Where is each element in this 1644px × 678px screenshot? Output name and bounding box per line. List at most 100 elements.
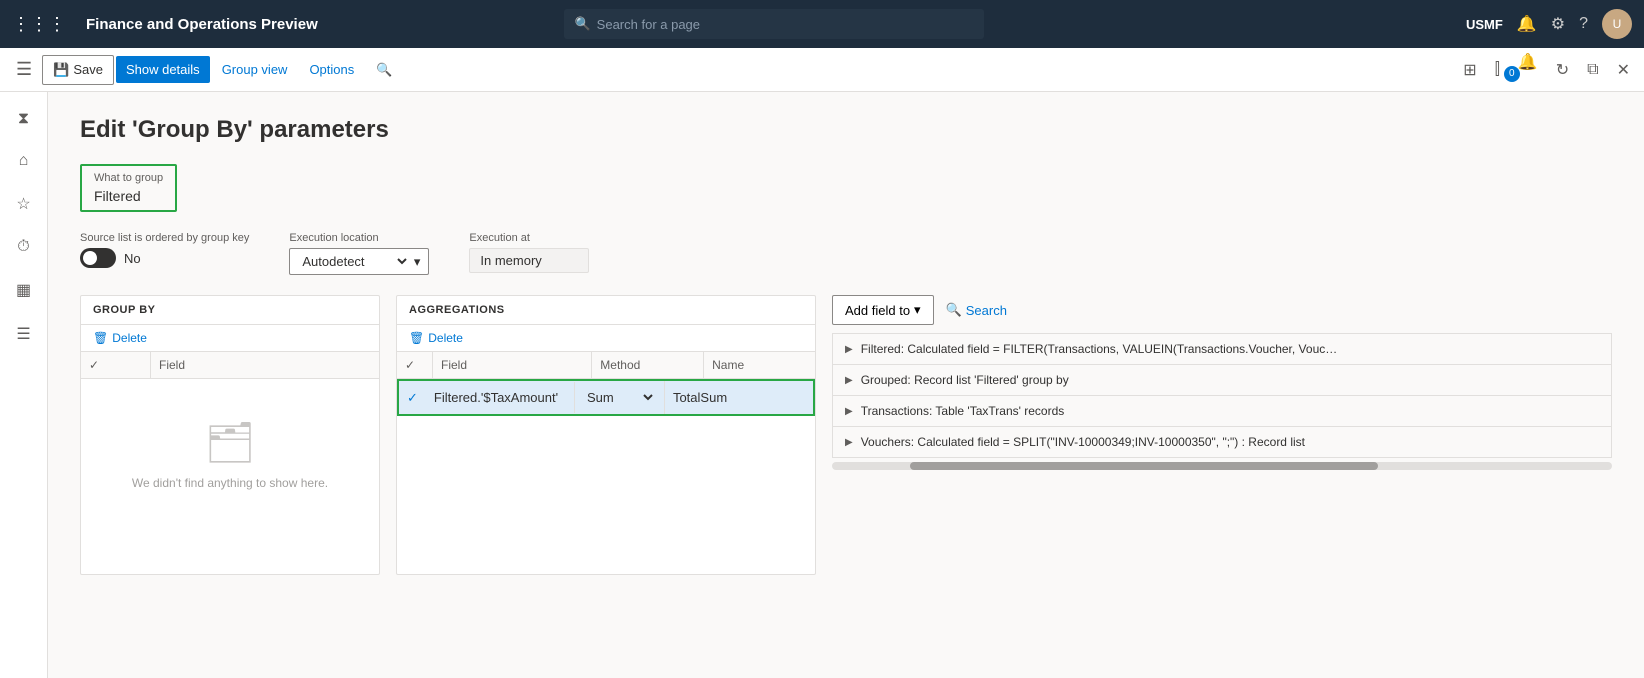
agg-method-value[interactable]: Sum Count Min Max xyxy=(575,381,665,414)
sidebar: ⧗ ⌂ ☆ ⏱ ▦ ☰ xyxy=(0,92,48,678)
menu-button[interactable]: ☰ xyxy=(8,53,40,86)
open-icon[interactable]: ⧉ xyxy=(1581,57,1604,83)
toggle-knob xyxy=(83,251,97,265)
sidebar-calendar-icon[interactable]: ▦ xyxy=(6,270,41,310)
save-button[interactable]: 💾 Save xyxy=(42,55,114,85)
expand-icon-2: ▶ xyxy=(845,406,853,417)
delete-icon: 🗑 xyxy=(93,331,108,345)
group-view-button[interactable]: Group view xyxy=(212,56,298,83)
agg-delete-icon: 🗑 xyxy=(409,331,424,345)
sidebar-filter-icon[interactable]: ⧗ xyxy=(8,100,39,138)
execution-at-value: In memory xyxy=(469,248,589,273)
show-details-button[interactable]: Show details xyxy=(116,56,210,83)
agg-name-value: TotalSum xyxy=(665,382,813,413)
agg-row[interactable]: ✓ Filtered.'$TaxAmount' Sum Count Min Ma… xyxy=(397,379,815,416)
add-field-chevron-icon: ▾ xyxy=(914,302,921,318)
group-by-actions: 🗑 Delete xyxy=(81,325,379,352)
right-item-1[interactable]: ▶ Grouped: Record list 'Filtered' group … xyxy=(833,365,1611,396)
panels-row: GROUP BY 🗑 Delete ✓ Field 🗂 We didn't fi… xyxy=(80,295,1612,575)
what-to-group-value: Filtered xyxy=(94,188,163,204)
options-button[interactable]: Options xyxy=(299,56,364,83)
aggregations-panel: AGGREGATIONS 🗑 Delete ✓ Field Method Nam… xyxy=(396,295,816,575)
field-col-header: Field xyxy=(151,352,379,378)
execution-at-control: Execution at In memory xyxy=(469,232,589,273)
execution-location-control: Execution location Autodetect In memory … xyxy=(289,232,429,275)
avatar[interactable]: U xyxy=(1602,9,1632,39)
right-panel-actions: Add field to ▾ 🔍 Search xyxy=(832,295,1612,325)
toolbar-right: ⊞ ⫿ 🔔 0 ↻ ⧉ ✕ xyxy=(1457,52,1636,88)
search-lens-icon: 🔍 xyxy=(946,302,962,318)
search-input[interactable] xyxy=(597,17,975,32)
agg-field-col: Field xyxy=(433,352,592,378)
refresh-icon[interactable]: ↻ xyxy=(1550,56,1575,84)
aggregations-actions: 🗑 Delete xyxy=(397,325,815,352)
notification-badge: 0 xyxy=(1504,66,1520,82)
right-item-text-3: Vouchers: Calculated field = SPLIT("INV-… xyxy=(861,435,1305,449)
expand-icon-3: ▶ xyxy=(845,437,853,448)
search-icon: 🔍 xyxy=(574,16,590,32)
page-title: Edit 'Group By' parameters xyxy=(80,116,1612,144)
check-col: ✓ xyxy=(81,352,151,378)
close-icon[interactable]: ✕ xyxy=(1611,56,1636,84)
scrollbar-track[interactable] xyxy=(832,462,1612,470)
group-by-empty: 🗂 We didn't find anything to show here. xyxy=(81,379,379,530)
empty-icon: 🗂 xyxy=(205,419,256,466)
app-title: Finance and Operations Preview xyxy=(86,16,318,33)
group-by-panel: GROUP BY 🗑 Delete ✓ Field 🗂 We didn't fi… xyxy=(80,295,380,575)
agg-row-check: ✓ xyxy=(399,382,426,414)
layout: ⧗ ⌂ ☆ ⏱ ▦ ☰ Edit 'Group By' parameters W… xyxy=(0,92,1644,678)
expand-icon-1: ▶ xyxy=(845,375,853,386)
right-item-text-0: Filtered: Calculated field = FILTER(Tran… xyxy=(861,342,1338,356)
execution-location-select[interactable]: Autodetect In memory Database xyxy=(298,253,409,270)
scrollbar-thumb[interactable] xyxy=(910,462,1378,470)
add-field-to-button[interactable]: Add field to ▾ xyxy=(832,295,934,325)
topbar: ⋮⋮⋮ Finance and Operations Preview 🔍 USM… xyxy=(0,0,1644,48)
sidebar-list-icon[interactable]: ☰ xyxy=(6,314,40,354)
toolbar-search-button[interactable]: 🔍 xyxy=(366,56,402,84)
settings-icon[interactable]: ⚙ xyxy=(1551,14,1565,34)
save-icon: 💾 xyxy=(53,62,69,78)
column-icon[interactable]: ⫿ xyxy=(1489,57,1506,83)
group-by-header: GROUP BY xyxy=(81,296,379,325)
right-item-text-2: Transactions: Table 'TaxTrans' records xyxy=(861,404,1065,418)
right-panel: Add field to ▾ 🔍 Search ▶ Filtered: Calc… xyxy=(832,295,1612,470)
org-label: USMF xyxy=(1466,17,1503,32)
grid-icon[interactable]: ⋮⋮⋮ xyxy=(12,14,66,35)
agg-name-col: Name xyxy=(704,352,815,378)
right-item-3[interactable]: ▶ Vouchers: Calculated field = SPLIT("IN… xyxy=(833,427,1611,457)
right-item-2[interactable]: ▶ Transactions: Table 'TaxTrans' records xyxy=(833,396,1611,427)
expand-icon-0: ▶ xyxy=(845,344,853,355)
global-search[interactable]: 🔍 xyxy=(564,9,984,39)
toggle-value: No xyxy=(124,251,141,266)
execution-location-dropdown[interactable]: Autodetect In memory Database ▾ xyxy=(289,248,429,275)
controls-row: Source list is ordered by group key No E… xyxy=(80,232,1612,275)
execution-at-label: Execution at xyxy=(469,232,589,244)
right-item-0[interactable]: ▶ Filtered: Calculated field = FILTER(Tr… xyxy=(833,334,1611,365)
agg-check-col: ✓ xyxy=(397,352,433,378)
right-items-list: ▶ Filtered: Calculated field = FILTER(Tr… xyxy=(832,333,1612,458)
main-content: Edit 'Group By' parameters What to group… xyxy=(48,92,1644,678)
group-by-columns: ✓ Field xyxy=(81,352,379,379)
what-to-group-label: What to group xyxy=(94,172,163,184)
agg-method-select[interactable]: Sum Count Min Max xyxy=(583,389,656,406)
personalize-icon[interactable]: ⊞ xyxy=(1457,56,1482,84)
empty-text: We didn't find anything to show here. xyxy=(132,476,328,490)
sidebar-home-icon[interactable]: ⌂ xyxy=(9,142,39,180)
topbar-right: USMF 🔔 ⚙ ? U xyxy=(1466,9,1632,39)
aggregations-delete-button[interactable]: 🗑 Delete xyxy=(409,331,463,345)
bell-icon[interactable]: 🔔 xyxy=(1517,14,1537,34)
agg-columns: ✓ Field Method Name xyxy=(397,352,815,379)
aggregations-header: AGGREGATIONS xyxy=(397,296,815,325)
agg-field-value: Filtered.'$TaxAmount' xyxy=(426,382,575,413)
search-button[interactable]: 🔍 Search xyxy=(946,302,1007,318)
sidebar-star-icon[interactable]: ☆ xyxy=(6,184,40,224)
source-list-toggle[interactable] xyxy=(80,248,116,268)
source-list-label: Source list is ordered by group key xyxy=(80,232,249,244)
group-by-delete-button[interactable]: 🗑 Delete xyxy=(93,331,147,345)
dropdown-chevron-icon: ▾ xyxy=(414,254,421,270)
help-icon[interactable]: ? xyxy=(1579,15,1588,33)
source-list-row: No xyxy=(80,248,249,268)
agg-method-col: Method xyxy=(592,352,704,378)
source-list-control: Source list is ordered by group key No xyxy=(80,232,249,268)
sidebar-clock-icon[interactable]: ⏱ xyxy=(7,228,39,266)
